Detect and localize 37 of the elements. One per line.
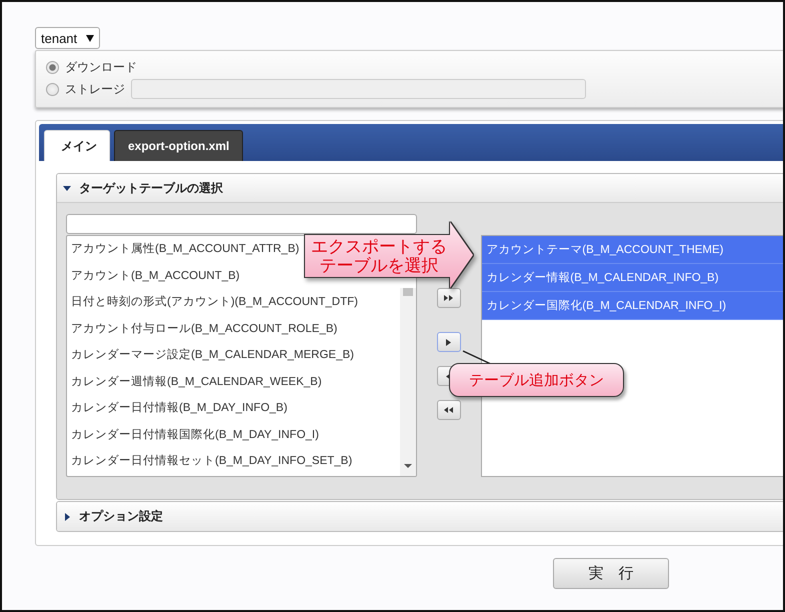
caret-icon xyxy=(86,34,94,42)
caret-icon xyxy=(63,512,71,520)
list-item[interactable]: カレンダーマージ設定(B_M_CALENDAR_MERGE_B) xyxy=(67,342,357,368)
list-item[interactable]: 日付と時刻の形式(アカウント)(B_M_ACCOUNT_DTF) xyxy=(67,289,361,316)
radio-label: ダウンロード xyxy=(65,59,137,76)
list-item[interactable]: カレンダー国際化(B_M_CALENDAR_INFO_I) xyxy=(482,292,783,320)
list-item[interactable]: アカウント付与ロール(B_M_ACCOUNT_ROLE_B) xyxy=(67,316,340,342)
radio-button[interactable] xyxy=(46,61,59,74)
list-item[interactable]: アカウント属性(B_M_ACCOUNT_ATTR_B) xyxy=(67,236,302,262)
caret-icon xyxy=(63,184,71,192)
radio-button[interactable] xyxy=(46,82,59,96)
storage-path-field[interactable] xyxy=(131,79,586,99)
scrollbar[interactable] xyxy=(400,288,416,476)
list-item[interactable]: カレンダー日付情報国際化(B_M_DAY_INFO_I) xyxy=(67,422,322,448)
tab[interactable]: export-option.xml xyxy=(114,130,244,161)
list-item[interactable]: カレンダー週情報(B_M_CALENDAR_WEEK_B) xyxy=(67,368,325,395)
callout-tooltip: テーブル追加ボタン xyxy=(449,363,624,397)
radio-label: ストレージ xyxy=(65,80,125,98)
list-item[interactable]: アカウントテーマ(B_M_ACCOUNT_THEME) xyxy=(482,236,783,264)
list-item[interactable]: アカウント(B_M_ACCOUNT_B) xyxy=(67,262,243,289)
add-button[interactable] xyxy=(436,332,461,352)
section-title: ターゲットテーブルの選択 xyxy=(79,180,223,196)
list-item[interactable]: カレンダー日付情報(B_M_DAY_INFO_B) xyxy=(67,395,290,422)
tab[interactable]: メイン xyxy=(44,130,110,161)
double-left-arrow-icon xyxy=(444,407,454,413)
remove-all-button[interactable] xyxy=(436,400,461,420)
add-all-button[interactable] xyxy=(436,288,461,308)
tenant-select[interactable]: tenant xyxy=(35,27,100,49)
run-button[interactable]: 実 行 xyxy=(553,558,669,589)
section-header[interactable]: ターゲットテーブルの選択 xyxy=(57,174,783,202)
filter-field[interactable] xyxy=(66,214,417,234)
double-right-arrow-icon xyxy=(444,295,454,301)
list-item[interactable]: カレンダー情報(B_M_CALENDAR_INFO_B) xyxy=(482,264,783,292)
right-arrow-icon xyxy=(446,338,452,346)
list-item[interactable]: カレンダー日付情報セット(B_M_DAY_INFO_SET_B) xyxy=(67,448,356,474)
section-header[interactable]: オプション設定 xyxy=(57,502,783,531)
section-title: オプション設定 xyxy=(79,508,163,525)
